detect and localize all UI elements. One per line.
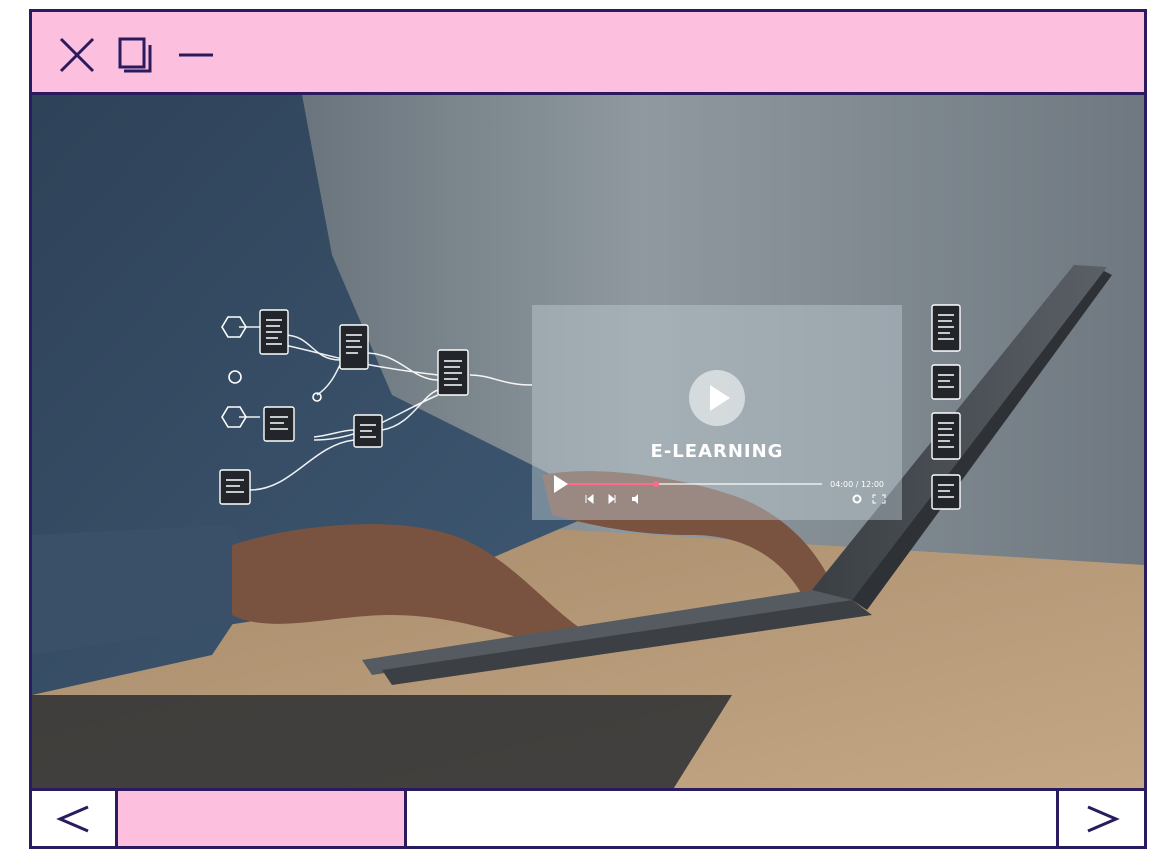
chevron-right-icon: [1086, 805, 1120, 832]
close-icon[interactable]: [57, 35, 97, 75]
video-player-card[interactable]: E-LEARNING 04:00 / 12:00: [532, 305, 902, 520]
restore-icon[interactable]: [116, 35, 156, 75]
progress-bar-fill: [118, 791, 407, 846]
bottom-bar: [32, 788, 1144, 846]
next-button[interactable]: [1056, 791, 1144, 846]
video-title: E-LEARNING: [650, 441, 784, 462]
minimize-icon[interactable]: [175, 35, 215, 75]
hero-image: E-LEARNING 04:00 / 12:00: [32, 95, 1144, 791]
previous-button[interactable]: [32, 791, 118, 846]
browser-window: E-LEARNING 04:00 / 12:00: [29, 9, 1147, 849]
chevron-left-icon: [55, 805, 89, 832]
title-bar: [32, 12, 1144, 95]
video-time: 04:00 / 12:00: [830, 480, 884, 489]
